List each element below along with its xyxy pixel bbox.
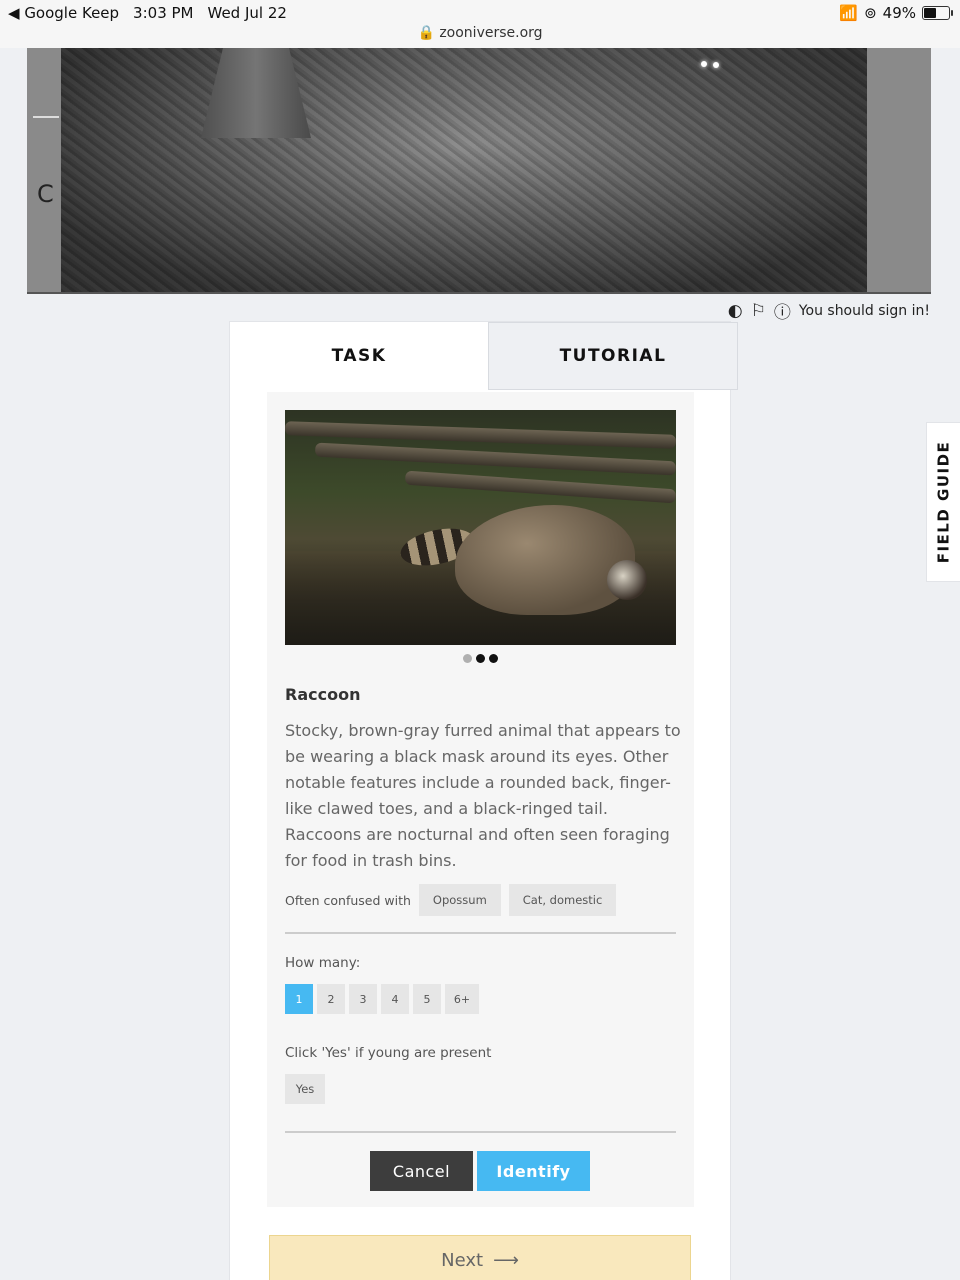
identify-button[interactable]: Identify	[477, 1151, 590, 1191]
species-name: Raccoon	[285, 685, 361, 704]
tree-trunk	[201, 48, 311, 138]
confused-with-label: Often confused with	[285, 892, 411, 908]
camera-trap-image[interactable]	[61, 48, 867, 292]
status-bar: ◀ Google Keep 3:03 PM Wed Jul 22 🔒 zooni…	[0, 0, 960, 48]
orientation-lock-icon: ⊚	[864, 4, 877, 22]
count-option-5[interactable]: 5	[413, 984, 441, 1014]
photo-carousel-dots	[267, 654, 694, 663]
species-card: Raccoon Stocky, brown-gray furred animal…	[267, 392, 694, 1207]
species-description: Stocky, brown-gray furred animal that ap…	[285, 721, 681, 870]
divider	[285, 932, 676, 934]
url-bar[interactable]: 🔒 zooniverse.org	[0, 25, 960, 41]
raccoon-head	[607, 560, 647, 600]
invert-colors-icon[interactable]: ◐	[728, 301, 743, 321]
log	[314, 442, 676, 476]
divider	[285, 1131, 676, 1133]
status-left: ◀ Google Keep 3:03 PM Wed Jul 22	[8, 4, 301, 22]
cancel-button[interactable]: Cancel	[370, 1151, 473, 1191]
status-right: 📶 ⊚ 49%	[839, 4, 953, 22]
carousel-dot[interactable]	[476, 654, 485, 663]
status-date: Wed Jul 22	[207, 4, 287, 22]
confused-chip-cat-domestic[interactable]: Cat, domestic	[508, 884, 617, 916]
young-yes-button[interactable]: Yes	[285, 1074, 325, 1104]
carousel-dot[interactable]	[463, 654, 472, 663]
sign-in-prompt[interactable]: You should sign in!	[799, 303, 930, 319]
species-example-photo[interactable]	[285, 410, 676, 645]
count-option-6-plus[interactable]: 6+	[445, 984, 479, 1014]
count-option-2[interactable]: 2	[317, 984, 345, 1014]
count-option-3[interactable]: 3	[349, 984, 377, 1014]
next-label: Next	[441, 1249, 484, 1271]
battery-percent: 49%	[882, 4, 916, 22]
wifi-icon: 📶	[839, 4, 859, 22]
back-app-label: Google Keep	[24, 4, 120, 22]
frame-letter: C	[37, 180, 54, 208]
subject-tools: ◐ ⚐ ⓘ You should sign in!	[728, 298, 930, 324]
young-present-label: Click 'Yes' if young are present	[285, 1045, 492, 1061]
count-option-4[interactable]: 4	[381, 984, 409, 1014]
field-guide-label: FIELD GUIDE	[934, 440, 953, 564]
lock-icon: 🔒	[417, 25, 435, 41]
next-button[interactable]: Next ⟶	[269, 1235, 691, 1280]
battery-icon	[922, 6, 953, 20]
back-to-app-link[interactable]: ◀ Google Keep	[8, 4, 119, 22]
subject-viewer: C	[27, 48, 931, 294]
animal-eye	[701, 61, 707, 67]
carousel-dot[interactable]	[489, 654, 498, 663]
confused-with-row: Often confused with Opossum Cat, domesti…	[285, 884, 617, 916]
task-panel: TASK TUTORIAL Raccoon Stocky, brown-gray…	[229, 321, 738, 1280]
card-actions: Cancel Identify	[370, 1151, 590, 1191]
flag-icon[interactable]: ⚐	[751, 301, 766, 321]
tab-tutorial[interactable]: TUTORIAL	[488, 322, 738, 390]
info-icon[interactable]: ⓘ	[774, 298, 791, 323]
raccoon-body	[455, 505, 635, 615]
frame-marker	[33, 116, 59, 118]
confused-chip-opossum[interactable]: Opossum	[418, 884, 501, 916]
count-option-1[interactable]: 1	[285, 984, 313, 1014]
tab-task[interactable]: TASK	[230, 322, 488, 390]
arrow-right-icon: ⟶	[493, 1249, 519, 1271]
how-many-options: 1 2 3 4 5 6+	[285, 984, 479, 1014]
url-text: zooniverse.org	[439, 25, 543, 41]
how-many-label: How many:	[285, 955, 361, 971]
field-guide-tab[interactable]: FIELD GUIDE	[926, 422, 960, 582]
task-tabs: TASK TUTORIAL	[230, 322, 738, 390]
status-time: 3:03 PM	[133, 4, 194, 22]
log	[404, 470, 676, 504]
animal-eye	[713, 62, 719, 68]
